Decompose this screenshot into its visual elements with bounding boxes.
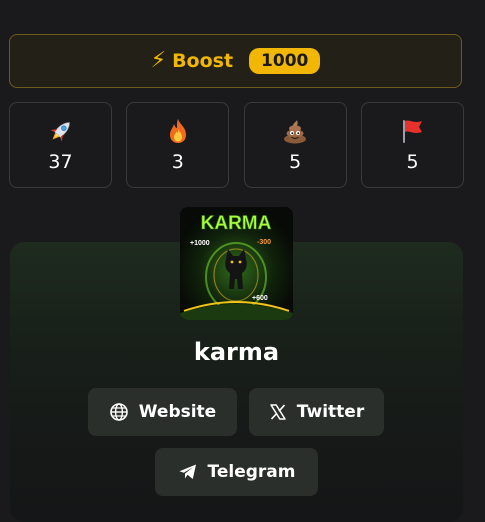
avatar-label-plus-1000: +1000	[190, 240, 210, 247]
avatar-label-plus-600: +600	[252, 295, 268, 302]
telegram-button[interactable]: Telegram	[155, 448, 318, 496]
boost-label: Boost	[172, 50, 234, 72]
avatar-label-minus-300: -300	[257, 239, 271, 246]
twitter-label: Twitter	[296, 402, 365, 422]
fire-count: 3	[171, 151, 184, 173]
globe-icon	[109, 403, 128, 421]
red-flag-count: 5	[406, 151, 419, 173]
red-flag-icon	[403, 120, 423, 143]
x-logo-icon	[270, 404, 286, 420]
website-label: Website	[138, 402, 217, 422]
avatar-title: KARMA	[201, 213, 272, 234]
rocket-count: 37	[48, 151, 73, 173]
boost-button[interactable]: ⚡ Boost 1000	[9, 34, 462, 88]
paper-plane-icon	[179, 464, 196, 479]
rocket-icon	[49, 122, 70, 142]
poop-count: 5	[289, 151, 302, 173]
avatar: KARMA +1000 -300 +600	[180, 207, 293, 320]
reaction-stats: 37 3 5 5	[9, 102, 464, 188]
stat-poop[interactable]: 5	[243, 102, 347, 188]
stat-red-flag[interactable]: 5	[360, 102, 464, 188]
telegram-label: Telegram	[207, 462, 296, 482]
stat-fire[interactable]: 3	[126, 102, 230, 188]
fire-icon	[169, 119, 186, 143]
boost-amount-badge: 1000	[249, 48, 321, 74]
avatar-image: KARMA +1000 -300 +600	[180, 207, 293, 320]
profile-name: karma	[193, 338, 280, 366]
twitter-button[interactable]: Twitter	[249, 388, 384, 436]
stat-rocket[interactable]: 37	[9, 102, 112, 188]
lightning-bolt-icon: ⚡	[150, 48, 167, 73]
poop-icon	[284, 120, 307, 144]
website-button[interactable]: Website	[88, 388, 237, 436]
